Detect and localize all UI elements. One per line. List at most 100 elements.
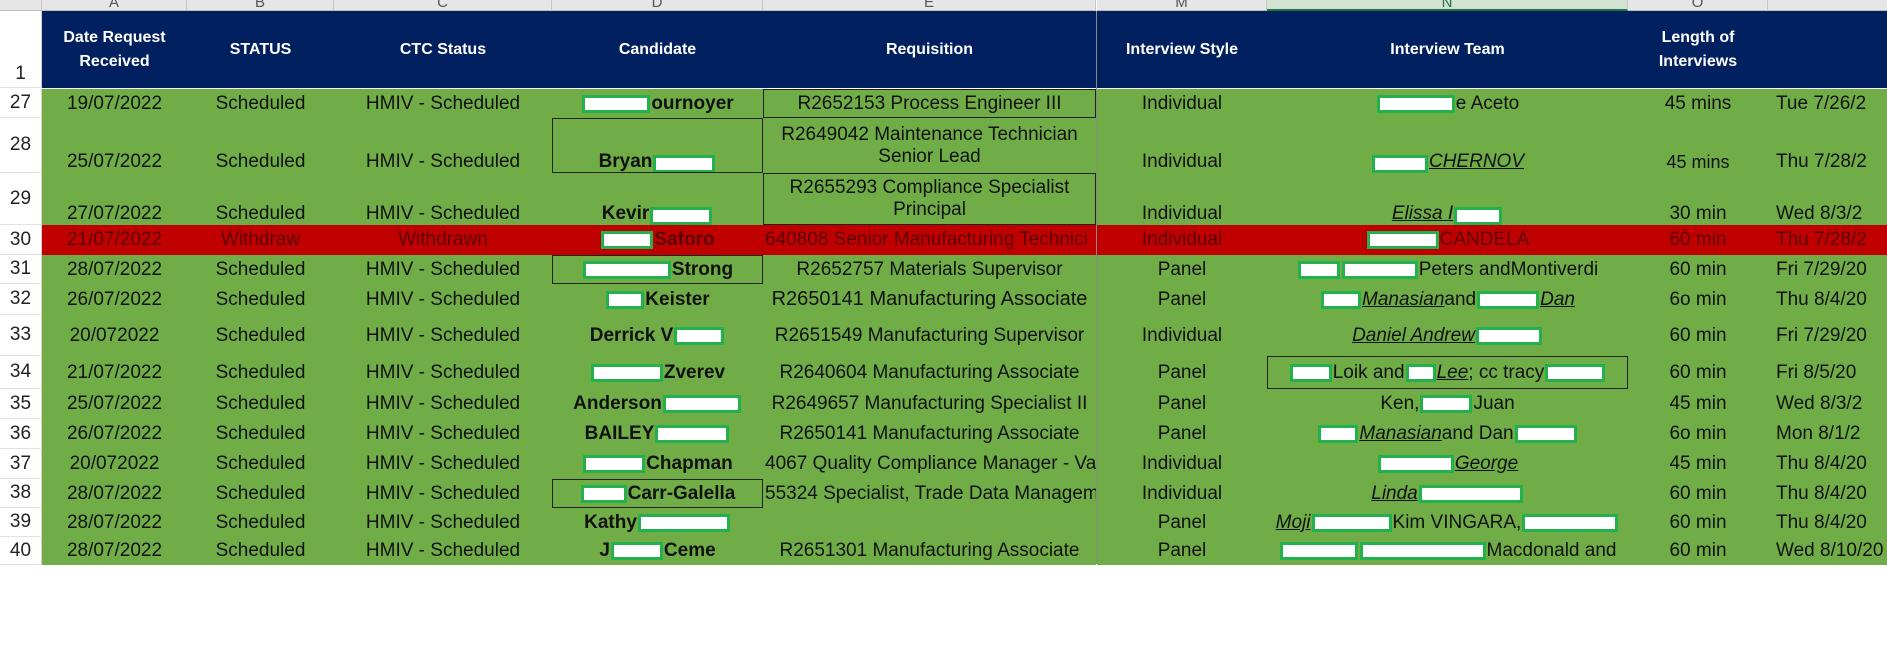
header-candidate[interactable]: Candidate	[552, 11, 763, 88]
cell-date[interactable]: 28/07/2022	[42, 479, 187, 508]
cell-next[interactable]: Thu 7/28/2	[1768, 225, 1887, 255]
header-status[interactable]: STATUS	[187, 11, 334, 88]
header-team[interactable]: Interview Team	[1267, 11, 1628, 88]
cell-team[interactable]: Daniel Andrew	[1267, 315, 1628, 356]
cell-date[interactable]: 26/07/2022	[42, 284, 187, 315]
row-number[interactable]: 37	[0, 449, 42, 479]
cell-next[interactable]: Fri 7/29/20	[1768, 315, 1887, 356]
cell-length[interactable]: 60 min	[1628, 255, 1768, 284]
cell-style[interactable]: Individual	[1097, 449, 1267, 479]
cell-status[interactable]: Scheduled	[187, 89, 334, 118]
cell-status[interactable]: Scheduled	[187, 356, 334, 389]
cell-length[interactable]: 30 min	[1628, 173, 1768, 225]
cell-style[interactable]: Panel	[1097, 389, 1267, 419]
cell-style[interactable]: Individual	[1097, 315, 1267, 356]
cell-ctc[interactable]: HMIV - Scheduled	[334, 479, 552, 508]
cell-team[interactable]: CANDELA	[1267, 225, 1628, 255]
cell-team[interactable]: Loik and Lee; cc tracy	[1267, 356, 1628, 389]
cell-next[interactable]: Thu 8/4/20	[1768, 479, 1887, 508]
cell-team[interactable]: Moji Kim VINGARA,	[1267, 508, 1628, 537]
row-number[interactable]: 30	[0, 225, 42, 255]
cell-length[interactable]: 60 min	[1628, 315, 1768, 356]
cell-team[interactable]: George	[1267, 449, 1628, 479]
cell-status[interactable]: Scheduled	[187, 508, 334, 537]
column-header[interactable]	[1768, 0, 1887, 11]
row-number[interactable]: 32	[0, 284, 42, 315]
cell-ctc[interactable]: HMIV - Scheduled	[334, 537, 552, 565]
cell-requisition[interactable]: 4067 Quality Compliance Manager - Va	[763, 449, 1096, 479]
cell-status[interactable]: Scheduled	[187, 449, 334, 479]
cell-candidate[interactable]: Kevir	[552, 173, 763, 225]
cell-ctc[interactable]: HMIV - Scheduled	[334, 255, 552, 284]
cell-ctc[interactable]: Withdrawn	[334, 225, 552, 255]
cell-style[interactable]: Panel	[1097, 419, 1267, 449]
cell-requisition[interactable]	[763, 508, 1096, 537]
cell-ctc[interactable]: HMIV - Scheduled	[334, 419, 552, 449]
cell-length[interactable]: 60 min	[1628, 479, 1768, 508]
cell-date[interactable]: 21/07/2022	[42, 225, 187, 255]
cell-candidate[interactable]: Derrick V	[552, 315, 763, 356]
cell-requisition[interactable]: R2651549 Manufacturing Supervisor	[763, 315, 1096, 356]
cell-next[interactable]: Thu 8/4/20	[1768, 508, 1887, 537]
cell-date[interactable]: 19/07/2022	[42, 89, 187, 118]
cell-candidate[interactable]: Chapman	[552, 449, 763, 479]
cell-ctc[interactable]: HMIV - Scheduled	[334, 356, 552, 389]
cell-ctc[interactable]: HMIV - Scheduled	[334, 89, 552, 118]
cell-date[interactable]: 27/07/2022	[42, 173, 187, 225]
cell-style[interactable]: Individual	[1097, 479, 1267, 508]
cell-next[interactable]: Tue 7/26/2	[1768, 89, 1887, 118]
cell-requisition[interactable]: R2650141 Manufacturing Associate	[763, 284, 1096, 315]
cell-requisition[interactable]: R2652757 Materials Supervisor	[763, 255, 1096, 284]
cell-next[interactable]: Fri 8/5/20	[1768, 356, 1887, 389]
cell-ctc[interactable]: HMIV - Scheduled	[334, 449, 552, 479]
cell-date[interactable]: 28/07/2022	[42, 508, 187, 537]
row-number[interactable]: 40	[0, 537, 42, 565]
cell-candidate[interactable]: Anderson	[552, 389, 763, 419]
cell-length[interactable]: 6o min	[1628, 419, 1768, 449]
header-style[interactable]: Interview Style	[1097, 11, 1267, 88]
cell-next[interactable]: Thu 8/4/20	[1768, 449, 1887, 479]
row-number[interactable]: 31	[0, 255, 42, 284]
cell-status[interactable]: Scheduled	[187, 173, 334, 225]
row-number[interactable]: 28	[0, 118, 42, 173]
cell-ctc[interactable]: HMIV - Scheduled	[334, 284, 552, 315]
cell-date[interactable]: 25/07/2022	[42, 389, 187, 419]
cell-requisition[interactable]: R2649042 Maintenance Technician Senior L…	[763, 118, 1096, 173]
cell-team[interactable]: Manasian and Dan	[1267, 419, 1628, 449]
column-header[interactable]: B	[187, 0, 334, 11]
cell-next[interactable]: Mon 8/1/2	[1768, 419, 1887, 449]
cell-team[interactable]: CHERNOV	[1267, 118, 1628, 173]
cell-next[interactable]: Wed 8/10/20	[1768, 537, 1887, 565]
cell-candidate[interactable]: Zverev	[552, 356, 763, 389]
cell-status[interactable]: Withdraw	[187, 225, 334, 255]
cell-requisition[interactable]: R2649657 Manufacturing Specialist II	[763, 389, 1096, 419]
header-next[interactable]: I	[1768, 11, 1887, 88]
cell-length[interactable]: 45 min	[1628, 389, 1768, 419]
cell-team[interactable]: e Aceto	[1267, 89, 1628, 118]
spreadsheet-grid[interactable]: A B C D E M N O 1 Date Request Received STATUS CTC …	[0, 0, 1887, 648]
cell-length[interactable]: 45 mins	[1628, 118, 1768, 173]
cell-ctc[interactable]: HMIV - Scheduled	[334, 389, 552, 419]
cell-status[interactable]: Scheduled	[187, 419, 334, 449]
cell-status[interactable]: Scheduled	[187, 537, 334, 565]
column-header[interactable]: C	[334, 0, 552, 11]
cell-requisition[interactable]: 55324 Specialist, Trade Data Managem	[763, 479, 1096, 508]
cell-requisition[interactable]: R2652153 Process Engineer III	[763, 89, 1096, 118]
cell-date[interactable]: 28/07/2022	[42, 537, 187, 565]
row-number[interactable]: 36	[0, 419, 42, 449]
cell-team[interactable]: Manasian and Dan	[1267, 284, 1628, 315]
cell-ctc[interactable]: HMIV - Scheduled	[334, 118, 552, 173]
row-number[interactable]: 34	[0, 356, 42, 389]
header-ctc[interactable]: CTC Status	[334, 11, 552, 88]
header-length[interactable]: Length of Interviews	[1628, 11, 1768, 88]
cell-requisition[interactable]: R2655293 Compliance Specialist Principal	[763, 173, 1096, 225]
cell-date[interactable]: 26/07/2022	[42, 419, 187, 449]
cell-requisition[interactable]: R2650141 Manufacturing Associate	[763, 419, 1096, 449]
cell-length[interactable]: 60 min	[1628, 356, 1768, 389]
row-number[interactable]: 38	[0, 479, 42, 508]
cell-team[interactable]: Elissa I	[1267, 173, 1628, 225]
cell-ctc[interactable]: HMIV - Scheduled	[334, 508, 552, 537]
cell-status[interactable]: Scheduled	[187, 284, 334, 315]
cell-team[interactable]: Ken, Juan	[1267, 389, 1628, 419]
cell-candidate[interactable]: Bryan	[552, 118, 763, 173]
